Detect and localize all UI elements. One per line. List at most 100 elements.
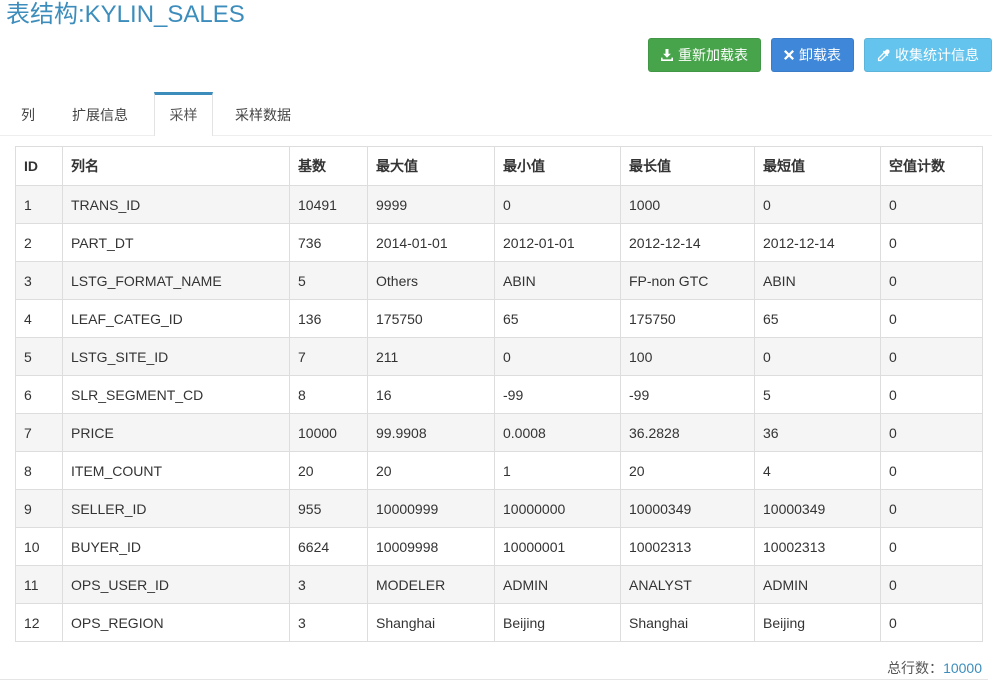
cell-id: 8 [15, 451, 63, 490]
tab-columns[interactable]: 列 [6, 92, 50, 135]
cell-id: 3 [15, 261, 63, 300]
table-row: 12 OPS_REGION 3 Shanghai Beijing Shangha… [15, 603, 983, 642]
cell-shortest-value: 4 [754, 451, 881, 490]
cell-min-value: ABIN [494, 261, 621, 300]
header-shortest-value: 最短值 [754, 146, 881, 186]
cell-cardinality: 955 [289, 489, 368, 528]
cell-shortest-value: 10002313 [754, 527, 881, 566]
total-rows: 总行数：10000 [887, 660, 982, 676]
cell-null-count: 0 [880, 413, 983, 452]
cell-max-value: 2014-01-01 [367, 223, 495, 262]
cell-id: 1 [15, 185, 63, 224]
cell-longest-value: 36.2828 [620, 413, 755, 452]
table-row: 8 ITEM_COUNT 20 20 1 20 4 0 [15, 451, 983, 490]
cell-max-value: MODELER [367, 565, 495, 604]
table-row: 2 PART_DT 736 2014-01-01 2012-01-01 2012… [15, 223, 983, 262]
cell-column-name: SELLER_ID [62, 489, 290, 528]
table-row: 9 SELLER_ID 955 10000999 10000000 100003… [15, 489, 983, 528]
cell-shortest-value: Beijing [754, 603, 881, 642]
cell-min-value: 0.0008 [494, 413, 621, 452]
cell-column-name: OPS_REGION [62, 603, 290, 642]
cell-cardinality: 136 [289, 299, 368, 338]
table-row: 1 TRANS_ID 10491 9999 0 1000 0 0 [15, 185, 983, 224]
cell-cardinality: 10491 [289, 185, 368, 224]
cell-max-value: 9999 [367, 185, 495, 224]
cell-longest-value: Shanghai [620, 603, 755, 642]
cell-max-value: 16 [367, 375, 495, 414]
tab-extended-info[interactable]: 扩展信息 [57, 92, 143, 135]
cell-null-count: 0 [880, 261, 983, 300]
cell-null-count: 0 [880, 185, 983, 224]
cell-column-name: SLR_SEGMENT_CD [62, 375, 290, 414]
cell-cardinality: 3 [289, 565, 368, 604]
cell-min-value: ADMIN [494, 565, 621, 604]
cell-shortest-value: 0 [754, 337, 881, 376]
cell-column-name: PRICE [62, 413, 290, 452]
cell-min-value: 10000000 [494, 489, 621, 528]
reload-table-button[interactable]: 重新加载表 [648, 38, 761, 72]
cell-column-name: LSTG_FORMAT_NAME [62, 261, 290, 300]
cell-min-value: Beijing [494, 603, 621, 642]
cell-min-value: 1 [494, 451, 621, 490]
cell-cardinality: 8 [289, 375, 368, 414]
cell-cardinality: 10000 [289, 413, 368, 452]
cell-longest-value: 10000349 [620, 489, 755, 528]
cell-null-count: 0 [880, 375, 983, 414]
header-null-count: 空值计数 [880, 146, 983, 186]
cell-cardinality: 736 [289, 223, 368, 262]
total-rows-value: 10000 [943, 660, 982, 676]
cell-null-count: 0 [880, 451, 983, 490]
total-rows-label: 总行数： [887, 660, 944, 676]
cell-longest-value: 2012-12-14 [620, 223, 755, 262]
collect-statistics-button[interactable]: 收集统计信息 [864, 38, 992, 72]
cell-shortest-value: 65 [754, 299, 881, 338]
header-max-value: 最大值 [367, 146, 495, 186]
cell-max-value: 99.9908 [367, 413, 495, 452]
cell-longest-value: ANALYST [620, 565, 755, 604]
cell-null-count: 0 [880, 527, 983, 566]
cell-longest-value: FP-non GTC [620, 261, 755, 300]
tab-sample-data[interactable]: 采样数据 [220, 92, 306, 135]
cell-cardinality: 7 [289, 337, 368, 376]
cell-id: 5 [15, 337, 63, 376]
tab-sample[interactable]: 采样 [154, 92, 213, 136]
cell-min-value: -99 [494, 375, 621, 414]
cell-min-value: 0 [494, 337, 621, 376]
header-min-value: 最小值 [494, 146, 621, 186]
table-row: 6 SLR_SEGMENT_CD 8 16 -99 -99 5 0 [15, 375, 983, 414]
cell-max-value: 175750 [367, 299, 495, 338]
table-row: 11 OPS_USER_ID 3 MODELER ADMIN ANALYST A… [15, 565, 983, 604]
cell-shortest-value: 10000349 [754, 489, 881, 528]
collect-statistics-button-label: 收集统计信息 [895, 47, 979, 63]
cell-cardinality: 5 [289, 261, 368, 300]
cell-longest-value: 20 [620, 451, 755, 490]
cell-min-value: 10000001 [494, 527, 621, 566]
cell-max-value: Others [367, 261, 495, 300]
reload-table-button-label: 重新加载表 [678, 47, 748, 63]
unload-table-button[interactable]: 卸载表 [771, 38, 854, 72]
cell-column-name: BUYER_ID [62, 527, 290, 566]
download-icon [661, 49, 673, 61]
cell-null-count: 0 [880, 299, 983, 338]
cell-null-count: 0 [880, 565, 983, 604]
cell-id: 2 [15, 223, 63, 262]
table-actions-toolbar: 重新加载表 卸载表 收集统计信息 [0, 38, 1000, 72]
cell-null-count: 0 [880, 603, 983, 642]
table-row: 3 LSTG_FORMAT_NAME 5 Others ABIN FP-non … [15, 261, 983, 300]
table-row: 10 BUYER_ID 6624 10009998 10000001 10002… [15, 527, 983, 566]
cell-column-name: LEAF_CATEG_ID [62, 299, 290, 338]
cell-shortest-value: ADMIN [754, 565, 881, 604]
unload-table-button-label: 卸载表 [799, 47, 841, 63]
cell-column-name: ITEM_COUNT [62, 451, 290, 490]
cell-min-value: 0 [494, 185, 621, 224]
cell-id: 11 [15, 565, 63, 604]
table-row: 7 PRICE 10000 99.9908 0.0008 36.2828 36 … [15, 413, 983, 452]
eyedropper-icon [877, 48, 890, 61]
cell-id: 6 [15, 375, 63, 414]
cell-column-name: OPS_USER_ID [62, 565, 290, 604]
cell-min-value: 65 [494, 299, 621, 338]
table-header-row: ID 列名 基数 最大值 最小值 最长值 最短值 空值计数 [15, 146, 983, 186]
cell-id: 12 [15, 603, 63, 642]
header-id: ID [15, 146, 63, 186]
cell-id: 4 [15, 299, 63, 338]
